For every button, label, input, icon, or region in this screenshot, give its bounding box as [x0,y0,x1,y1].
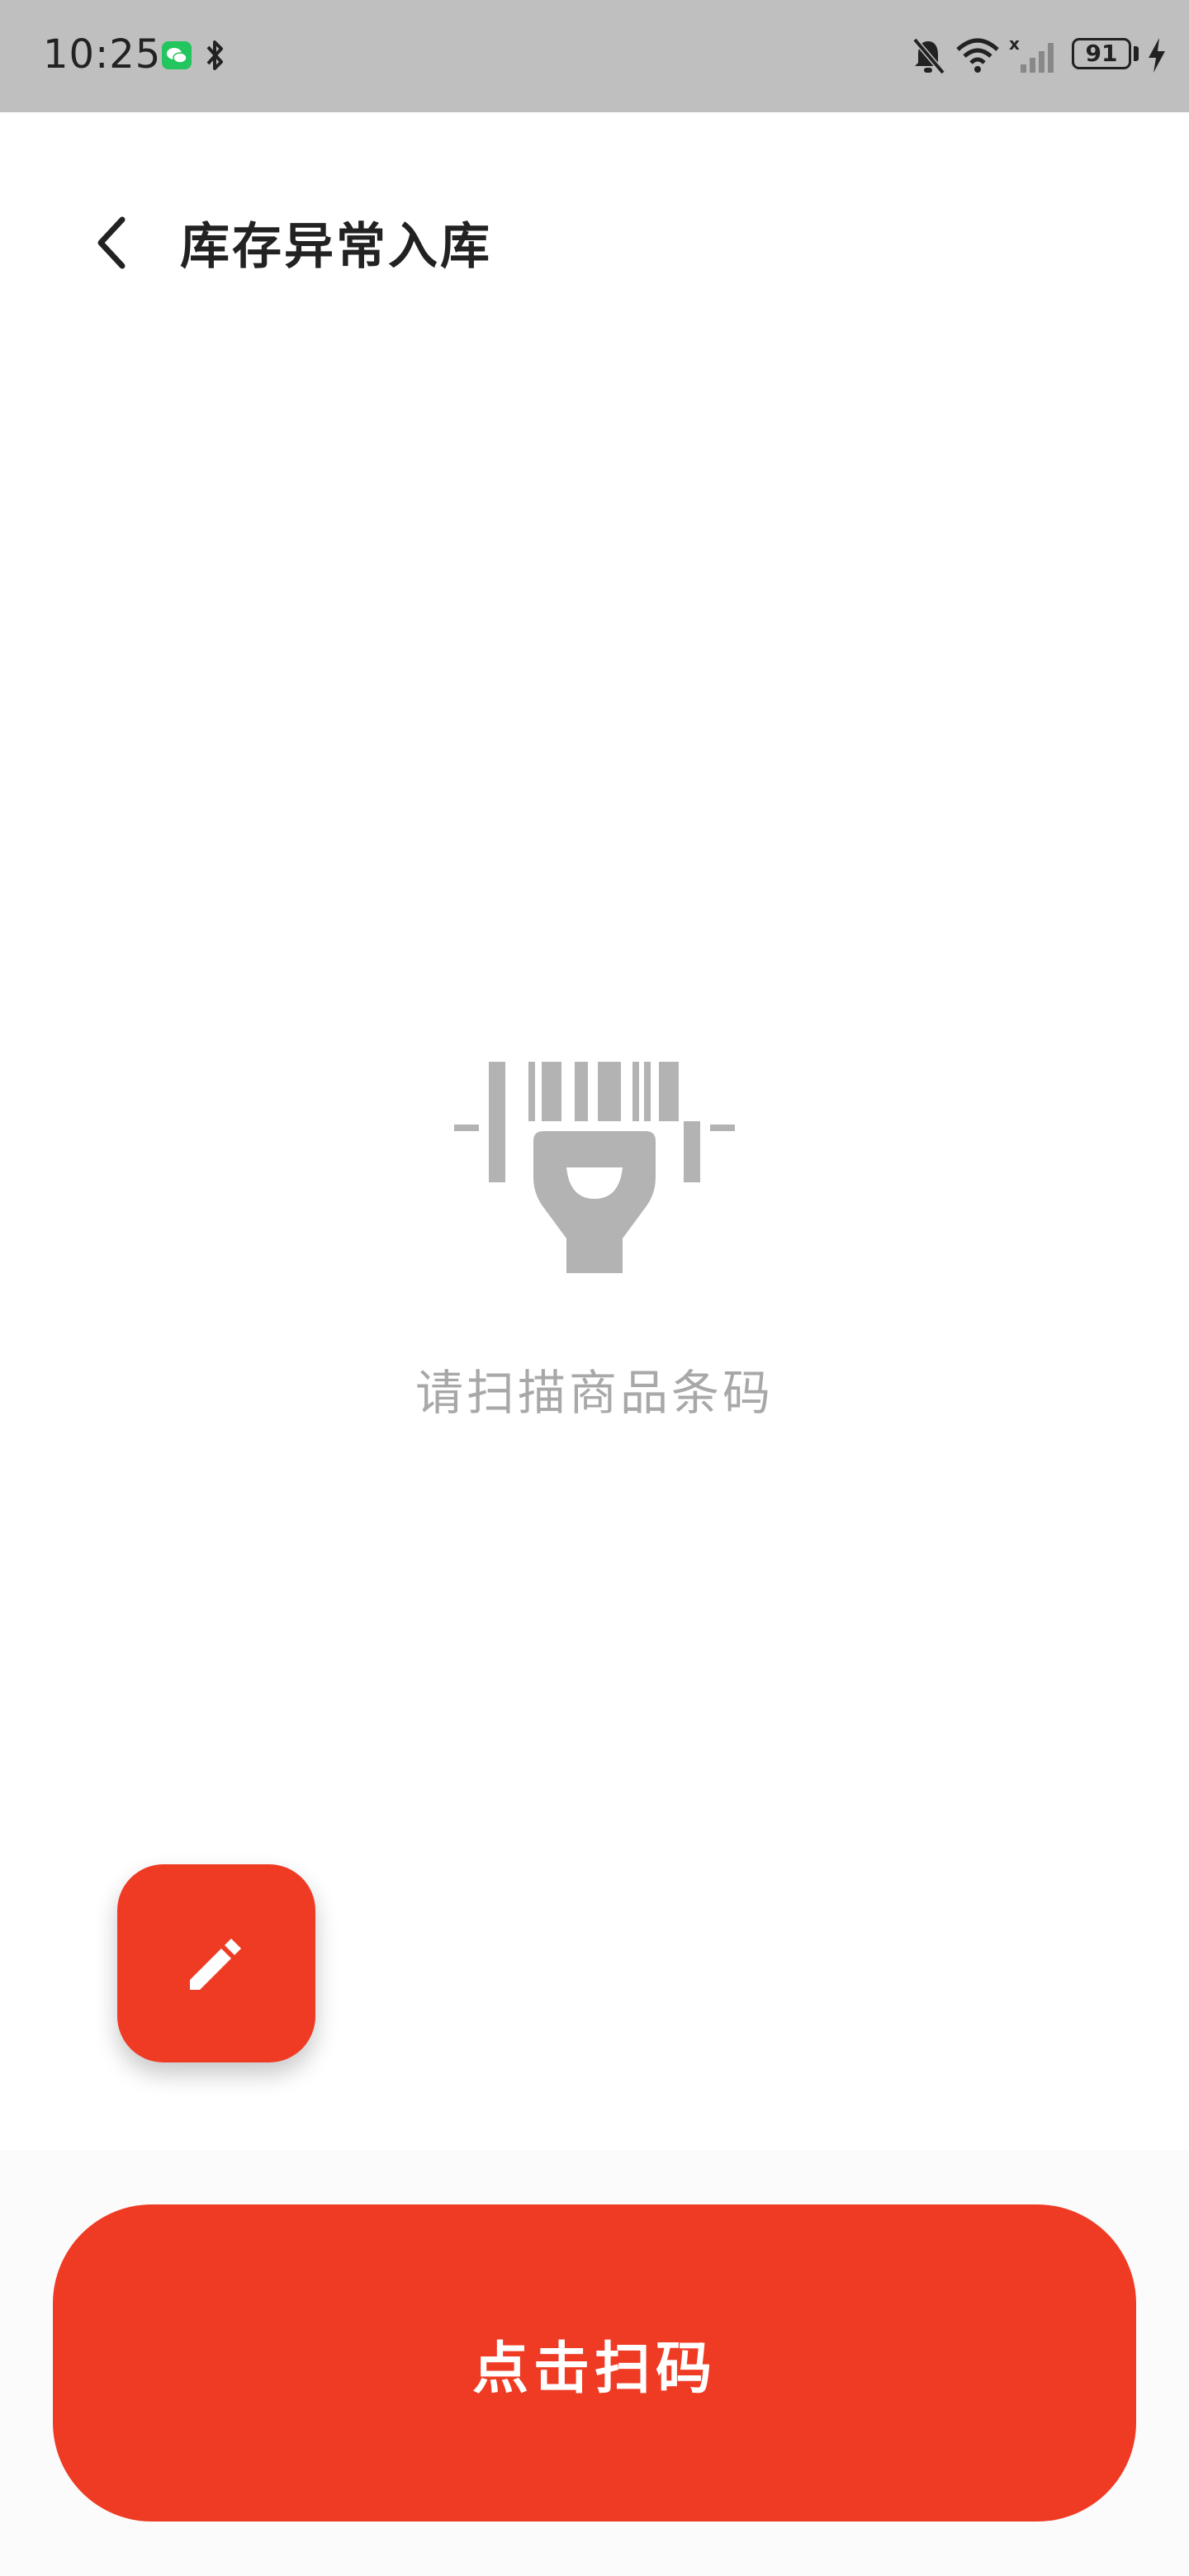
scan-button[interactable]: 点击扫码 [53,2204,1136,2522]
status-time: 10:25 [43,31,162,78]
chevron-left-icon [97,216,126,269]
battery-level: 91 [1085,40,1118,67]
pencil-icon [190,1939,241,1990]
mute-bell-icon [912,37,945,75]
back-button[interactable] [79,210,145,276]
scan-button-label: 点击扫码 [471,2336,717,2402]
page-title: 库存异常入库 [180,218,492,276]
barcode-scanner-icon [454,1062,735,1273]
empty-state-hint: 请扫描商品条码 [414,1365,774,1421]
manual-entry-button[interactable] [117,1864,315,2062]
status-bar: 10:25 x 91 [0,0,1189,112]
battery-tip [1134,46,1139,61]
wifi-icon [956,38,999,73]
charging-icon [1149,38,1165,73]
battery-icon: 91 [1072,38,1131,69]
no-signal-icon: x [1009,35,1054,73]
wechat-icon [162,41,192,69]
svg-text:x: x [1009,35,1020,54]
bluetooth-icon [203,36,226,74]
